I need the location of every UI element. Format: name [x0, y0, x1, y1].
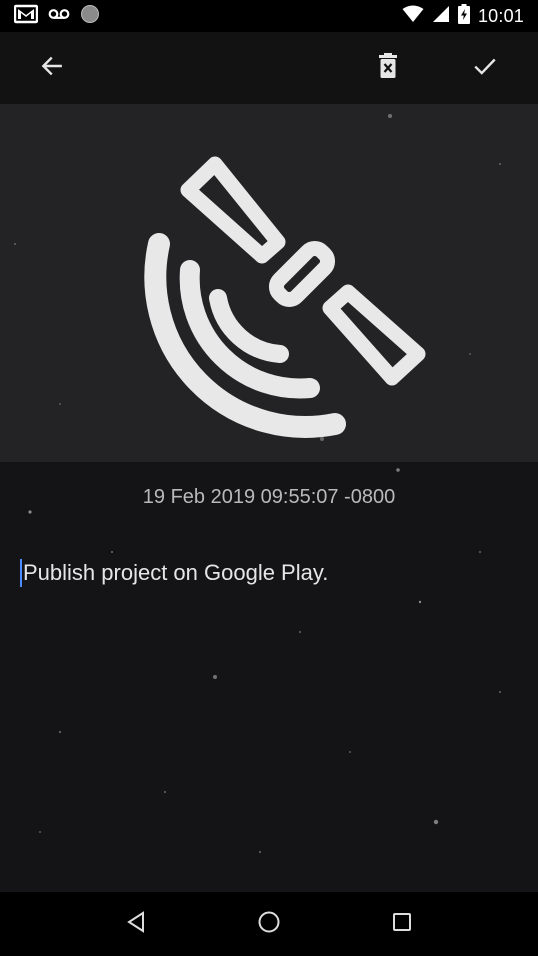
nav-recents-button[interactable] — [382, 904, 422, 944]
back-button[interactable] — [28, 44, 76, 92]
status-right: 10:01 — [402, 3, 524, 29]
delete-button[interactable] — [364, 44, 412, 92]
nav-home-circle-icon — [257, 910, 281, 939]
check-icon — [472, 53, 498, 84]
note-text: Publish project on Google Play. — [23, 560, 329, 585]
status-left — [13, 4, 100, 29]
text-caret — [20, 559, 22, 587]
wifi-icon — [402, 5, 424, 28]
status-bar: 10:01 — [0, 0, 538, 32]
note-text-field[interactable]: Publish project on Google Play. — [20, 556, 520, 590]
status-time: 10:01 — [477, 5, 524, 26]
gmail-icon — [13, 4, 39, 29]
toolbar — [0, 32, 538, 104]
nav-back-button[interactable] — [116, 904, 156, 944]
satellite-dish-icon — [144, 156, 426, 438]
navigation-bar — [0, 892, 538, 956]
hero-banner — [0, 104, 538, 462]
nav-home-button[interactable] — [249, 904, 289, 944]
nav-back-triangle-icon — [126, 910, 146, 938]
battery-charging-icon — [457, 3, 470, 29]
arrow-back-icon — [39, 53, 65, 84]
confirm-button[interactable] — [461, 44, 509, 92]
voicemail-icon — [48, 7, 70, 26]
delete-icon — [377, 52, 399, 84]
nav-recents-square-icon — [391, 911, 413, 938]
signal-icon — [432, 5, 450, 28]
circle-icon — [80, 4, 100, 29]
entry-timestamp: 19 Feb 2019 09:55:07 -0800 — [142, 486, 396, 508]
app-content: 19 Feb 2019 09:55:07 -0800 Publish proje… — [0, 32, 538, 892]
